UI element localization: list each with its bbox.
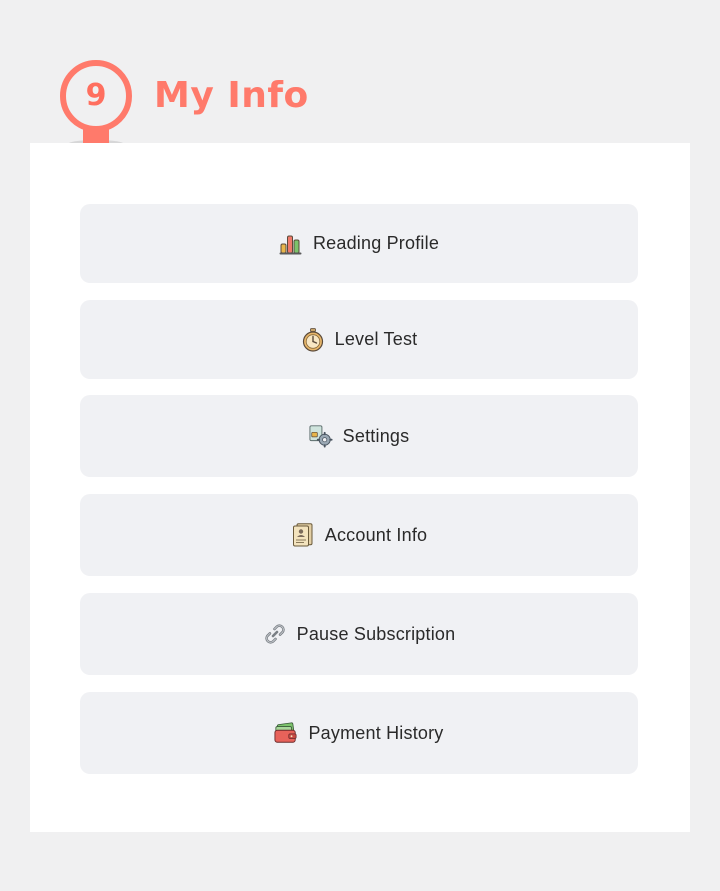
account-info-button[interactable]: Account Info bbox=[80, 494, 638, 576]
level-test-label: Level Test bbox=[334, 329, 418, 349]
settings-button[interactable]: Settings bbox=[80, 395, 638, 477]
link-icon bbox=[263, 622, 287, 646]
pause-subscription-button[interactable]: Pause Subscription bbox=[80, 593, 638, 675]
page-header: 9 My Info bbox=[60, 60, 460, 150]
bar-chart-icon bbox=[279, 232, 303, 256]
payment-history-label: Payment History bbox=[308, 722, 444, 743]
wallet-icon bbox=[274, 721, 298, 745]
my-info-card: Reading Profile Level Test Settings Acco… bbox=[30, 143, 690, 832]
account-info-label: Account Info bbox=[324, 524, 428, 545]
step-number: 9 bbox=[85, 78, 107, 113]
reading-profile-button[interactable]: Reading Profile bbox=[80, 204, 638, 283]
settings-gear-icon bbox=[309, 424, 333, 448]
reading-profile-label: Reading Profile bbox=[312, 233, 440, 253]
settings-label: Settings bbox=[342, 425, 410, 446]
payment-history-button[interactable]: Payment History bbox=[80, 692, 638, 774]
page-title: My Info bbox=[154, 75, 309, 116]
level-test-button[interactable]: Level Test bbox=[80, 300, 638, 379]
pause-subscription-label: Pause Subscription bbox=[296, 623, 456, 644]
step-marker: 9 bbox=[60, 60, 132, 148]
id-document-icon bbox=[291, 523, 315, 547]
step-marker-ring: 9 bbox=[60, 60, 132, 132]
stopwatch-icon bbox=[301, 327, 325, 352]
